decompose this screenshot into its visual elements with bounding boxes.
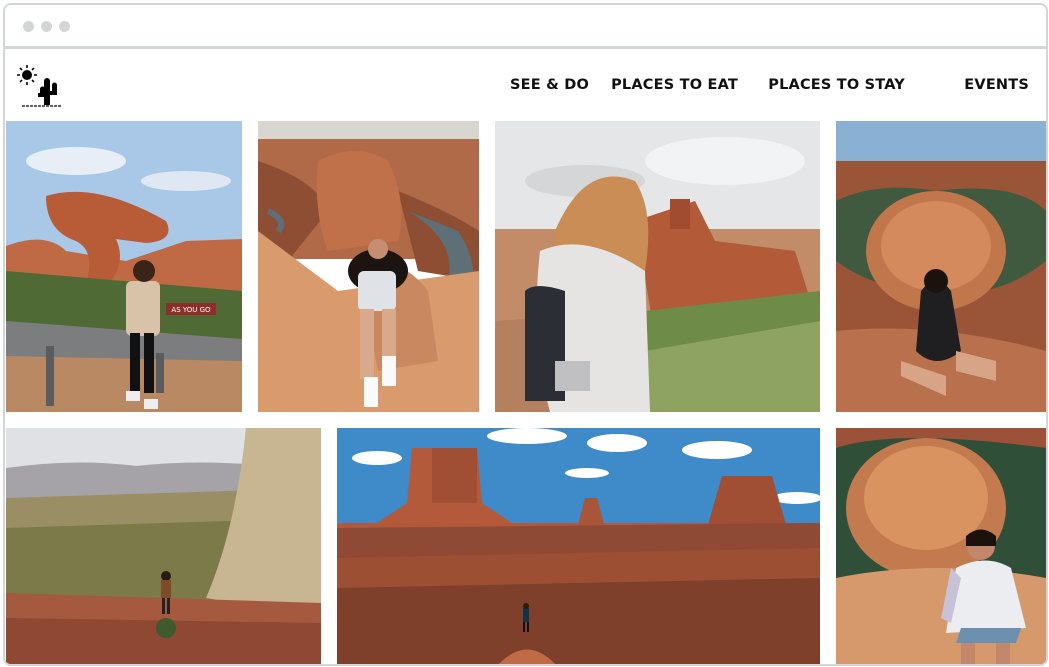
- window-maximize-dot[interactable]: [59, 21, 70, 32]
- nav-places-to-eat[interactable]: PLACES TO EAT: [611, 77, 738, 93]
- window-close-dot[interactable]: [23, 21, 34, 32]
- sun-cactus-icon[interactable]: [17, 65, 67, 109]
- nav-events[interactable]: EVENTS: [964, 77, 1029, 93]
- browser-window: SEE & DO PLACES TO EAT PLACES TO STAY EV…: [3, 3, 1048, 666]
- photo-horseshoe-bend-back[interactable]: [836, 121, 1046, 412]
- photo-monument-valley-buttes[interactable]: [337, 428, 820, 664]
- photo-pueblo-ruins[interactable]: [495, 121, 820, 412]
- site-header: SEE & DO PLACES TO EAT PLACES TO STAY EV…: [5, 49, 1046, 121]
- window-minimize-dot[interactable]: [41, 21, 52, 32]
- nav-places-to-stay[interactable]: PLACES TO STAY: [768, 77, 905, 93]
- photo-rock-arch-roadside[interactable]: AS YOU GO: [6, 121, 242, 412]
- photo-canyon-cliff-sitting[interactable]: [258, 121, 479, 412]
- photo-horseshoe-bend-smile[interactable]: [836, 428, 1046, 664]
- road-sign-text: AS YOU GO: [171, 306, 211, 314]
- nav-see-and-do[interactable]: SEE & DO: [510, 77, 589, 93]
- photo-sedona-valley-hiker[interactable]: [6, 428, 321, 664]
- browser-titlebar: [5, 5, 1046, 49]
